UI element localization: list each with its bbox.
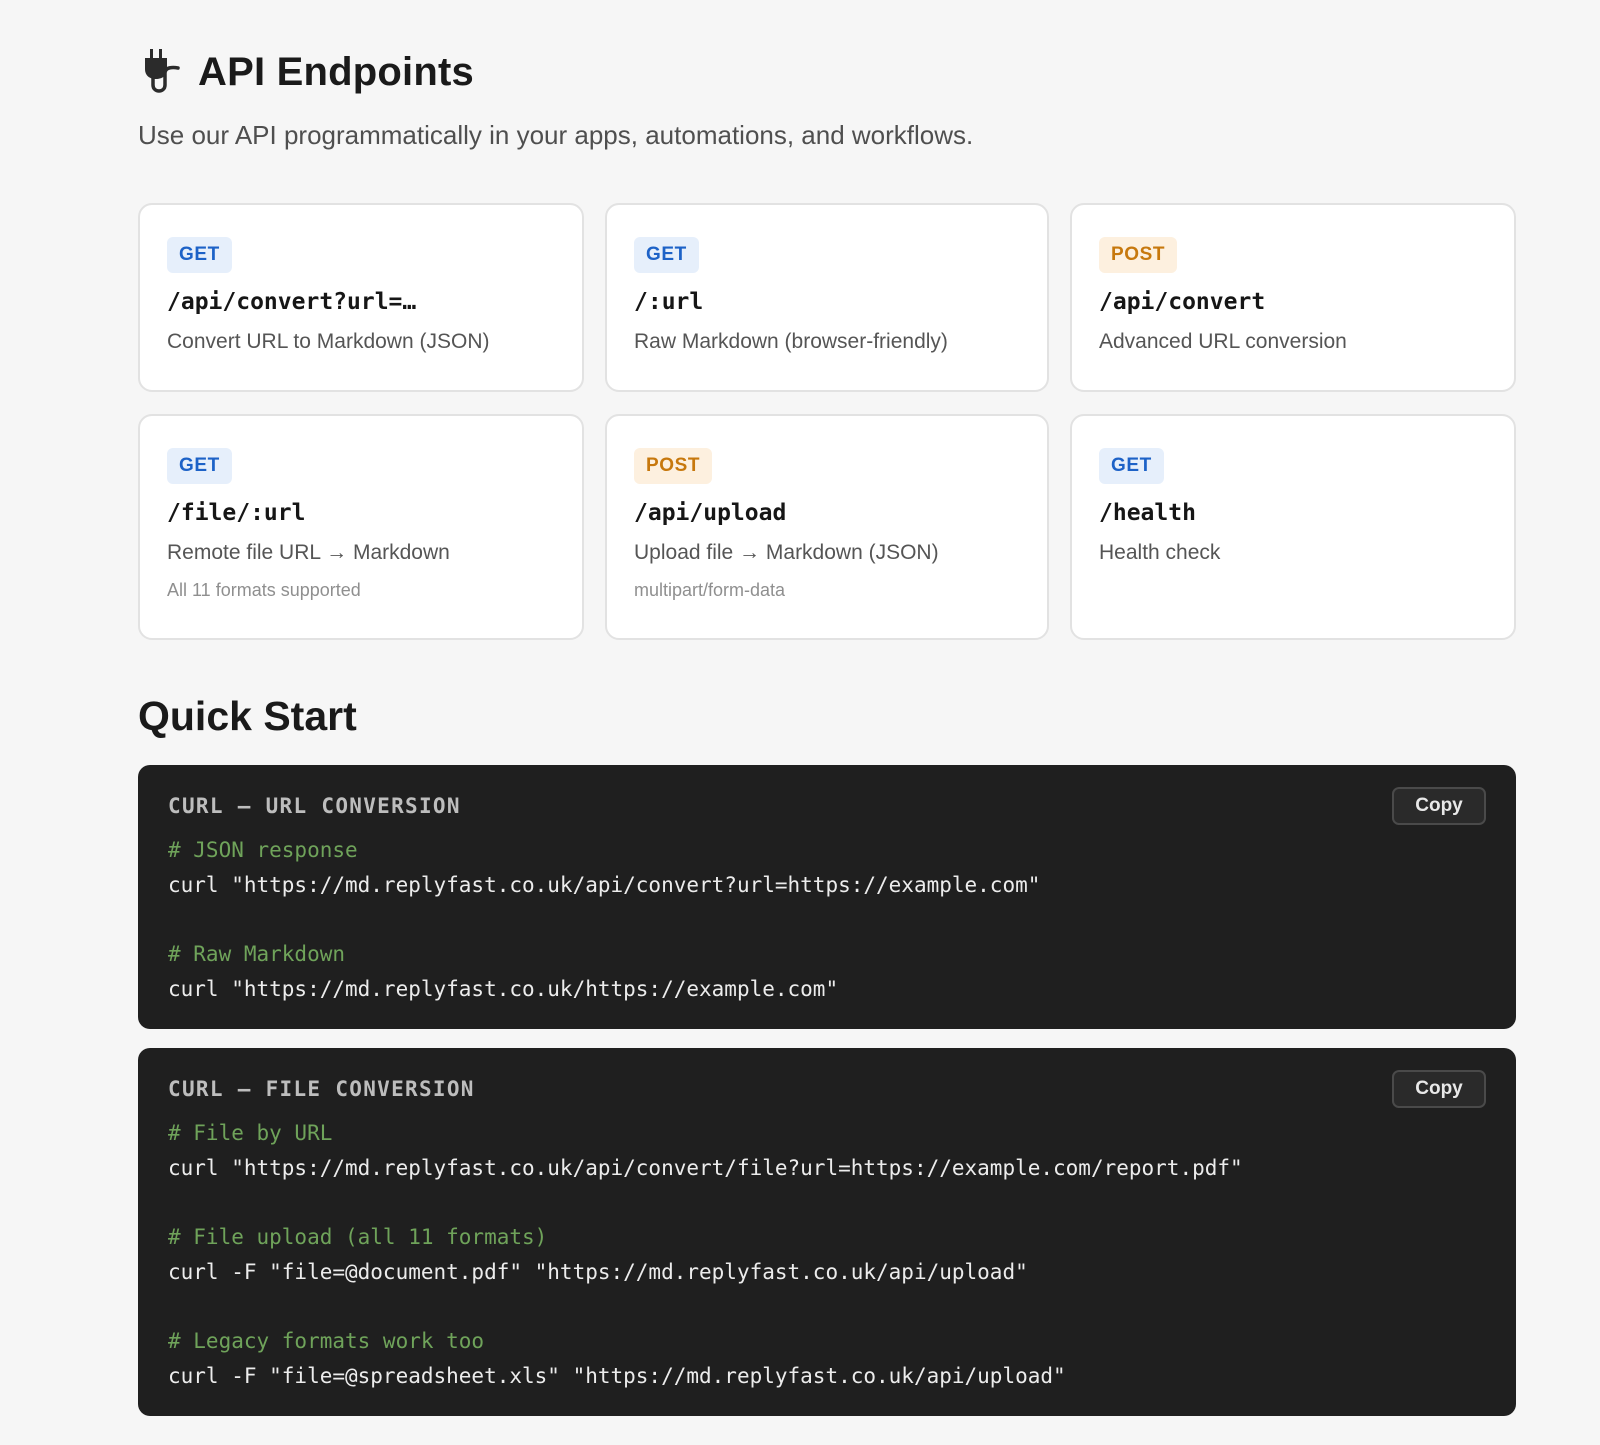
code-block-title: CURL — FILE CONVERSION: [168, 1077, 475, 1101]
code-comment: # Legacy formats work too: [168, 1329, 485, 1353]
code-spacer: [168, 1290, 1486, 1324]
code-comment: # File upload (all 11 formats): [168, 1225, 548, 1249]
method-badge: GET: [634, 237, 699, 273]
code-line: curl "https://md.replyfast.co.uk/api/con…: [168, 1156, 1243, 1180]
code-comment: # JSON response: [168, 838, 358, 862]
endpoint-path: /file/:url: [167, 500, 306, 526]
endpoint-description: Upload file → Markdown (JSON): [634, 541, 939, 564]
plug-icon: [138, 47, 188, 97]
endpoint-path: /api/convert?url=…: [167, 289, 417, 315]
endpoint-note: multipart/form-data: [634, 580, 786, 600]
endpoint-card: GET /health Health check: [1070, 414, 1516, 640]
endpoint-note: All 11 formats supported: [167, 580, 361, 600]
code-comment: # File by URL: [168, 1121, 333, 1145]
code-line: curl "https://md.replyfast.co.uk/https:/…: [168, 977, 839, 1001]
page-title: API Endpoints: [198, 49, 474, 94]
endpoint-description: Advanced URL conversion: [1099, 330, 1347, 353]
endpoint-path: /api/upload: [634, 500, 787, 526]
endpoint-description: Health check: [1099, 541, 1221, 564]
code-spacer: [168, 903, 1486, 937]
endpoint-card: POST /api/upload Upload file → Markdown …: [605, 414, 1049, 640]
quickstart-title: Quick Start: [138, 693, 357, 739]
code-line: curl "https://md.replyfast.co.uk/api/con…: [168, 873, 1041, 897]
code-block-url-conversion: CURL — URL CONVERSION Copy # JSON respon…: [138, 765, 1516, 1029]
code-line: curl -F "file=@document.pdf" "https://md…: [168, 1260, 1028, 1284]
method-badge: GET: [167, 237, 232, 273]
endpoint-card: POST /api/convert Advanced URL conversio…: [1070, 203, 1516, 392]
endpoint-card: GET /api/convert?url=… Convert URL to Ma…: [138, 203, 584, 392]
page-subtitle: Use our API programmatically in your app…: [138, 120, 974, 150]
method-badge: GET: [1099, 448, 1164, 484]
endpoint-description: Remote file URL → Markdown: [167, 541, 450, 564]
endpoint-path: /:url: [634, 289, 704, 315]
method-badge: GET: [167, 448, 232, 484]
endpoint-path: /health: [1099, 500, 1196, 526]
endpoint-description: Convert URL to Markdown (JSON): [167, 330, 490, 353]
endpoint-path: /api/convert: [1099, 289, 1266, 315]
code-block-file-conversion: CURL — FILE CONVERSION Copy # File by UR…: [138, 1048, 1516, 1416]
code-comment: # Raw Markdown: [168, 942, 346, 966]
endpoint-description: Raw Markdown (browser-friendly): [634, 330, 948, 353]
copy-button[interactable]: Copy: [1392, 1070, 1486, 1108]
endpoint-card: GET /:url Raw Markdown (browser-friendly…: [605, 203, 1049, 392]
endpoint-grid: GET /api/convert?url=… Convert URL to Ma…: [138, 203, 1516, 640]
code-line: curl -F "file=@spreadsheet.xls" "https:/…: [168, 1364, 1066, 1388]
copy-button[interactable]: Copy: [1392, 787, 1486, 825]
method-badge: POST: [634, 448, 713, 484]
api-docs-section: API Endpoints Use our API programmatical…: [138, 0, 1516, 1416]
code-spacer: [168, 1186, 1486, 1220]
section-header: API Endpoints: [138, 44, 1516, 100]
code-block-title: CURL — URL CONVERSION: [168, 794, 461, 818]
endpoint-card: GET /file/:url Remote file URL → Markdow…: [138, 414, 584, 640]
method-badge: POST: [1099, 237, 1178, 273]
